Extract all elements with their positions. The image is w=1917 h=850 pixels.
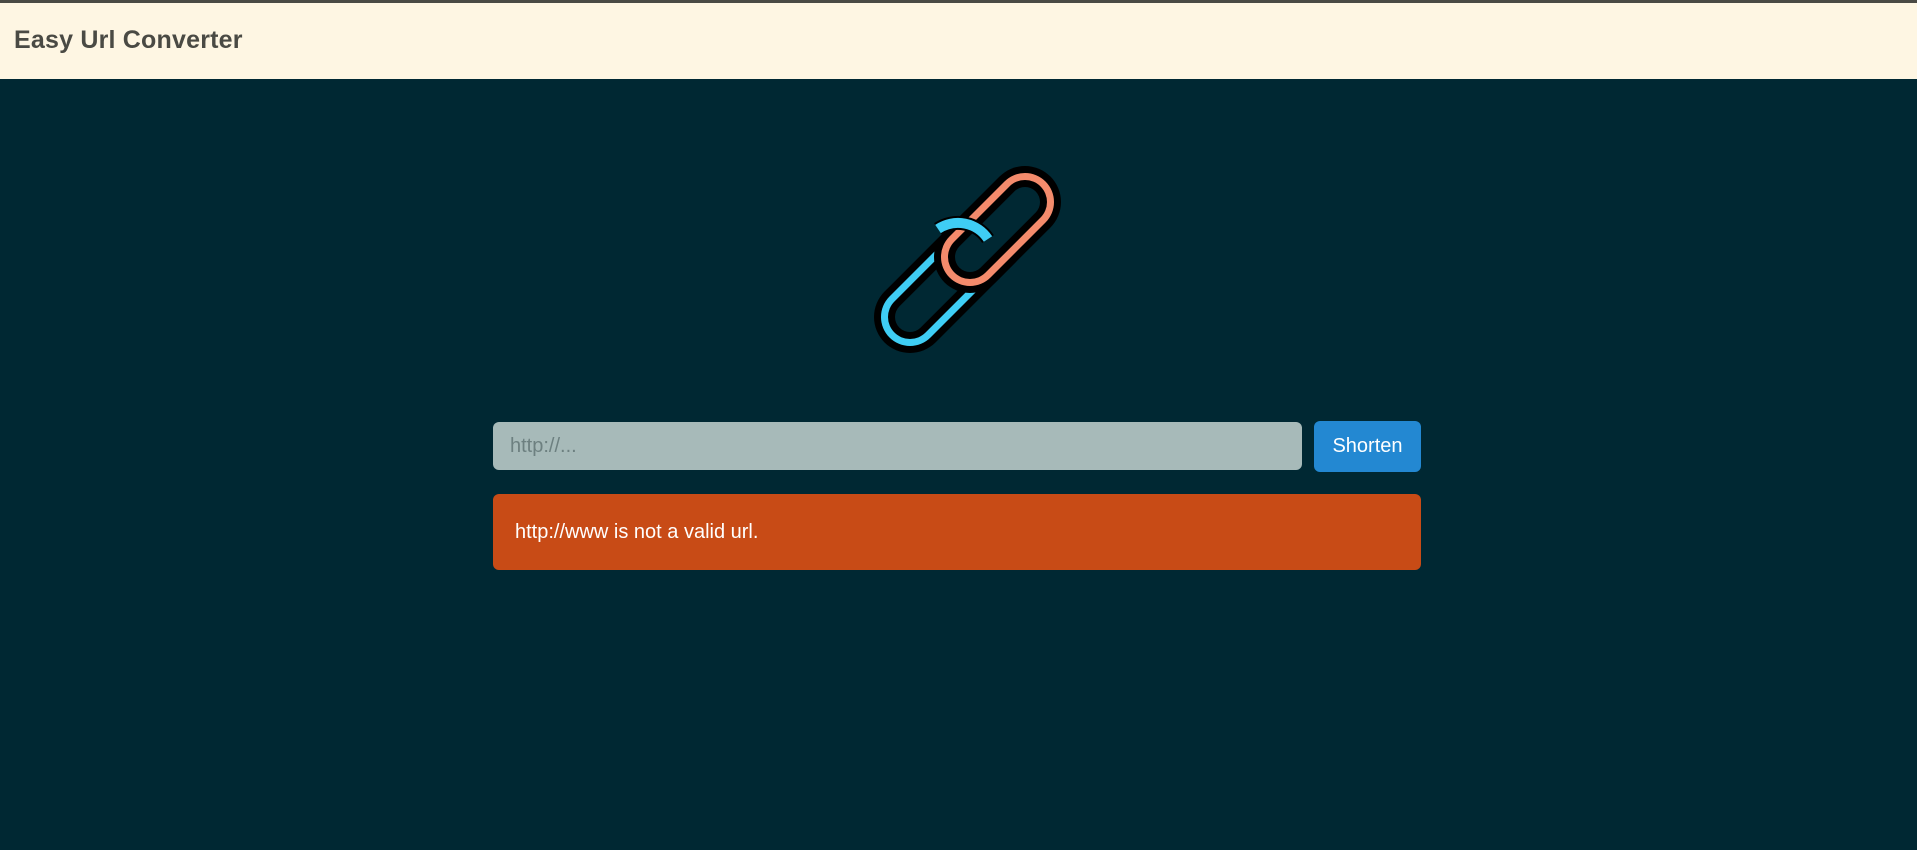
error-alert: http://www is not a valid url.: [493, 494, 1421, 570]
navbar: Easy Url Converter: [0, 3, 1917, 79]
url-form: Shorten: [493, 421, 1421, 474]
app-title[interactable]: Easy Url Converter: [14, 26, 243, 55]
url-input[interactable]: [493, 422, 1302, 470]
shorten-button[interactable]: Shorten: [1314, 421, 1421, 472]
error-message: http://www is not a valid url.: [515, 520, 759, 543]
chain-link-icon: [874, 166, 1061, 353]
main-content: Shorten http://www is not a valid url.: [0, 79, 1917, 850]
